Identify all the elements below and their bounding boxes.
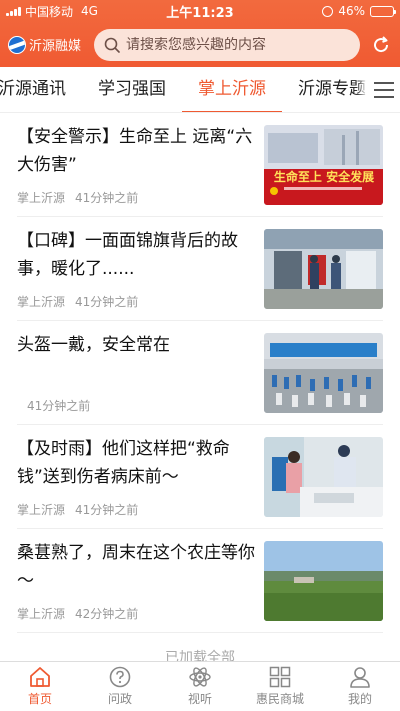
bottom-nav: 首页 问政 视听 惠民商城 我的 xyxy=(0,661,400,711)
atom-icon xyxy=(189,667,211,687)
thumb-banner-text: 生命至上 安全发展 xyxy=(274,169,374,184)
news-source: 掌上沂源 xyxy=(17,503,66,517)
refresh-icon xyxy=(374,35,389,52)
news-time: 41分钟之前 xyxy=(75,503,139,517)
news-item[interactable]: 桑葚熟了，周末在这个农庄等你～ 掌上沂源 42分钟之前 xyxy=(17,529,383,633)
clock: 上午11:23 xyxy=(166,5,234,21)
user-icon xyxy=(350,667,370,688)
tab-study-platform[interactable]: 学习强国 xyxy=(82,67,182,112)
nav-wenzheng[interactable]: 问政 xyxy=(80,662,160,711)
app-header: 中国移动 4G 上午11:23 46% 沂源融媒 xyxy=(0,0,400,67)
news-title: 桑葚熟了，周末在这个农庄等你～ xyxy=(17,543,255,591)
tab-palm-yiyuan[interactable]: 掌上沂源 xyxy=(182,67,282,112)
news-source: 掌上沂源 xyxy=(17,191,66,205)
nav-mine[interactable]: 我的 xyxy=(320,662,400,711)
nav-label: 我的 xyxy=(347,692,372,706)
news-title: 【及时雨】他们这样把“救命钱”送到伤者病床前～ xyxy=(17,439,230,487)
news-title: 头盔一戴，安全常在 xyxy=(17,335,170,355)
refresh-button[interactable] xyxy=(370,34,392,56)
tab-yiyuan-topics[interactable]: 沂源专题 xyxy=(282,67,382,112)
nav-home[interactable]: 首页 xyxy=(0,662,80,711)
search-icon xyxy=(104,37,120,53)
nav-label: 视听 xyxy=(187,692,212,706)
news-title: 【口碑】一面面锦旗背后的故事，暖化了...... xyxy=(17,231,238,279)
news-time: 41分钟之前 xyxy=(75,191,139,205)
nav-label: 问政 xyxy=(107,692,132,706)
news-thumbnail xyxy=(264,541,383,621)
news-source: 掌上沂源 xyxy=(17,295,66,309)
home-icon xyxy=(30,667,50,687)
news-thumbnail xyxy=(264,229,383,309)
news-thumbnail xyxy=(264,437,383,517)
news-item[interactable]: 【及时雨】他们这样把“救命钱”送到伤者病床前～ 掌上沂源 41分钟之前 xyxy=(17,425,383,529)
logo-text: 沂源融媒 xyxy=(29,39,82,54)
news-time: 41分钟之前 xyxy=(75,295,139,309)
app-logo: 沂源融媒 xyxy=(8,35,94,54)
news-item[interactable]: 头盔一戴，安全常在 41分钟之前 xyxy=(17,321,383,425)
news-item[interactable]: 【口碑】一面面锦旗背后的故事，暖化了...... 掌上沂源 41分钟之前 xyxy=(17,217,383,321)
news-item[interactable]: 【安全警示】生命至上 远离“六大伤害” 掌上沂源 41分钟之前 生命至上 安全发展 xyxy=(17,113,383,217)
nav-mall[interactable]: 惠民商城 xyxy=(240,662,320,711)
search-box[interactable] xyxy=(94,28,360,61)
news-time: 42分钟之前 xyxy=(75,607,139,621)
news-title: 【安全警示】生命至上 远离“六大伤害” xyxy=(17,127,253,175)
nav-label: 惠民商城 xyxy=(255,692,304,706)
grid-icon xyxy=(269,666,291,688)
news-thumbnail xyxy=(264,333,383,413)
channel-menu-icon[interactable] xyxy=(368,67,400,112)
tab-yiyuan-news[interactable]: 沂源通讯 xyxy=(0,67,82,112)
channel-tabs: 沂源通讯 学习强国 掌上沂源 沂源专题 xyxy=(0,67,400,113)
logo-icon xyxy=(8,35,26,54)
battery-icon xyxy=(370,5,396,17)
nav-shiting[interactable]: 视听 xyxy=(160,662,240,711)
nav-label: 首页 xyxy=(27,692,52,706)
search-input[interactable] xyxy=(126,36,350,53)
rotation-lock-icon xyxy=(322,5,334,17)
news-time: 41分钟之前 xyxy=(27,399,91,413)
news-source: 掌上沂源 xyxy=(17,607,66,621)
question-icon xyxy=(109,666,131,688)
news-list: 【安全警示】生命至上 远离“六大伤害” 掌上沂源 41分钟之前 生命至上 安全发展… xyxy=(0,113,400,667)
status-bar: 中国移动 4G 上午11:23 46% xyxy=(0,0,400,22)
news-thumbnail: 生命至上 安全发展 xyxy=(264,125,383,205)
